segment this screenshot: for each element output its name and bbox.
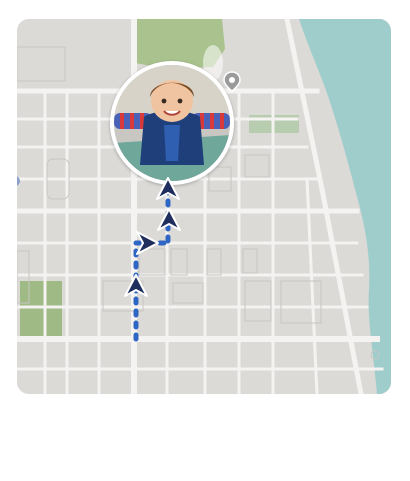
direction-arrow-icon	[121, 272, 151, 302]
direction-arrow-icon	[131, 228, 161, 258]
empty-footer-area	[0, 394, 410, 481]
child-avatar[interactable]	[110, 61, 234, 185]
map-card	[0, 0, 410, 481]
park-left	[20, 281, 62, 337]
child-photo-illustration	[114, 65, 230, 181]
map-pin-icon[interactable]	[221, 70, 243, 92]
direction-arrow-icon	[153, 175, 183, 205]
